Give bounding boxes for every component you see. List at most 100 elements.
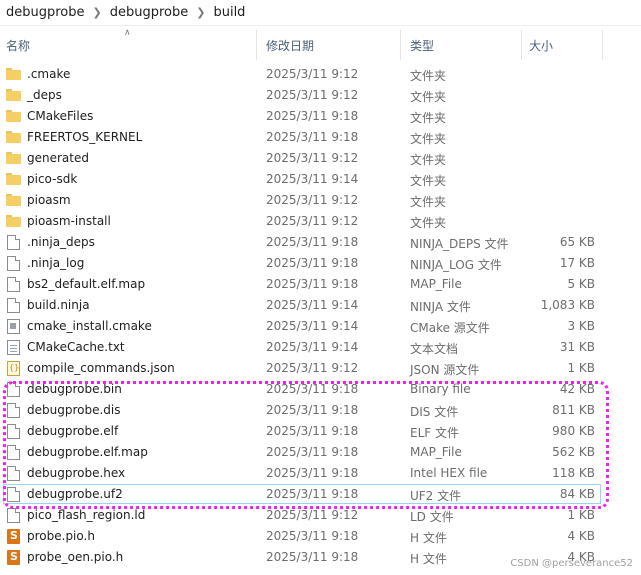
file-size: 17 KB xyxy=(559,256,595,270)
folder-icon xyxy=(6,68,21,80)
file-type: Binary file xyxy=(410,382,471,396)
header-file-icon xyxy=(7,550,20,565)
file-modified-date: 2025/3/11 9:18 xyxy=(266,277,359,291)
column-header-name[interactable]: 名称 xyxy=(0,30,257,60)
file-type: NINJA_LOG 文件 xyxy=(410,258,502,272)
file-name: .ninja_log xyxy=(27,256,85,270)
file-name: FREERTOS_KERNEL xyxy=(27,130,143,144)
folder-icon xyxy=(6,152,21,164)
file-row[interactable]: debugprobe.hex 2025/3/11 9:18 Intel HEX fi… xyxy=(0,463,641,484)
file-name: compile_commands.json xyxy=(27,361,175,375)
folder-icon xyxy=(6,194,21,206)
file-size: 562 KB xyxy=(552,445,595,459)
folder-icon xyxy=(6,131,21,143)
file-type: 文件夹 xyxy=(410,90,447,104)
file-name: bs2_default.elf.map xyxy=(27,277,146,291)
file-row[interactable]: CMakeCache.txt 2025/3/11 9:14 文本文档 31 KB xyxy=(0,337,641,358)
file-icon xyxy=(7,445,20,460)
file-row[interactable]: pico-sdk 2025/3/11 9:14 文件夹 xyxy=(0,169,641,190)
file-name: CMakeCache.txt xyxy=(27,340,125,354)
file-modified-date: 2025/3/11 9:12 xyxy=(266,214,359,228)
file-name: debugprobe.elf.map xyxy=(27,445,148,459)
file-type: DIS 文件 xyxy=(410,405,459,419)
file-icon xyxy=(7,424,20,439)
file-size: 5 KB xyxy=(567,277,595,291)
file-type: Intel HEX file xyxy=(410,466,488,480)
file-modified-date: 2025/3/11 9:18 xyxy=(266,529,359,543)
file-name: cmake_install.cmake xyxy=(27,319,152,333)
file-row[interactable]: compile_commands.json 2025/3/11 9:12 JSON … xyxy=(0,358,641,379)
file-modified-date: 2025/3/11 9:12 xyxy=(266,67,359,81)
file-name: generated xyxy=(27,151,89,165)
file-row[interactable]: pioasm 2025/3/11 9:12 文件夹 xyxy=(0,190,641,211)
file-type: MAP_File xyxy=(410,445,462,459)
header-file-icon xyxy=(7,529,20,544)
file-row[interactable]: generated 2025/3/11 9:12 文件夹 xyxy=(0,148,641,169)
file-icon xyxy=(7,487,20,502)
file-size: 4 KB xyxy=(567,529,595,543)
file-modified-date: 2025/3/11 9:18 xyxy=(266,550,359,564)
file-type: 文件夹 xyxy=(410,195,447,209)
file-size: 811 KB xyxy=(552,403,595,417)
file-row[interactable]: FREERTOS_KERNEL 2025/3/11 9:18 文件夹 xyxy=(0,127,641,148)
file-icon xyxy=(7,256,20,271)
file-type: H 文件 xyxy=(410,552,447,566)
file-row[interactable]: debugprobe.elf.map 2025/3/11 9:18 MAP_File… xyxy=(0,442,641,463)
file-row[interactable]: .ninja_log 2025/3/11 9:18 NINJA_LOG 文件 17 K… xyxy=(0,253,641,274)
file-row[interactable]: build.ninja 2025/3/11 9:14 NINJA 文件 1,083 K… xyxy=(0,295,641,316)
file-name: .cmake xyxy=(27,67,71,81)
file-name: probe.pio.h xyxy=(27,529,95,543)
column-header-date[interactable]: 修改日期 xyxy=(258,30,401,60)
file-modified-date: 2025/3/11 9:18 xyxy=(266,256,359,270)
file-type: JSON 源文件 xyxy=(410,363,480,377)
breadcrumb-item[interactable]: debugprobe xyxy=(0,5,89,20)
file-type: NINJA 文件 xyxy=(410,300,471,314)
file-type: 文件夹 xyxy=(410,153,447,167)
breadcrumb-item[interactable]: debugprobe xyxy=(106,5,193,20)
file-name: .ninja_deps xyxy=(27,235,95,249)
file-name: pioasm xyxy=(27,193,71,207)
file-row[interactable]: debugprobe.elf 2025/3/11 9:18 ELF 文件 980 KB xyxy=(0,421,641,442)
file-row[interactable]: .cmake 2025/3/11 9:12 文件夹 xyxy=(0,64,641,85)
file-name: debugprobe.bin xyxy=(27,382,122,396)
breadcrumb-item[interactable]: build xyxy=(209,5,249,20)
chevron-right-icon: ❯ xyxy=(92,6,102,19)
file-modified-date: 2025/3/11 9:18 xyxy=(266,130,359,144)
file-row[interactable]: bs2_default.elf.map 2025/3/11 9:18 MAP_Fil… xyxy=(0,274,641,295)
file-type: 文本文档 xyxy=(410,342,459,356)
file-modified-date: 2025/3/11 9:12 xyxy=(266,151,359,165)
file-row[interactable]: probe.pio.h 2025/3/11 9:18 H 文件 4 KB xyxy=(0,526,641,547)
folder-icon xyxy=(6,173,21,185)
file-modified-date: 2025/3/11 9:12 xyxy=(266,508,359,522)
file-modified-date: 2025/3/11 9:14 xyxy=(266,319,359,333)
file-type: 文件夹 xyxy=(410,111,447,125)
file-name: CMakeFiles xyxy=(27,109,94,123)
file-row[interactable]: debugprobe.dis 2025/3/11 9:18 DIS 文件 811 KB xyxy=(0,400,641,421)
file-row[interactable]: debugprobe.uf2 2025/3/11 9:18 UF2 文件 84 KB xyxy=(0,484,641,505)
file-icon xyxy=(7,382,20,397)
watermark: CSDN @perseverance52 xyxy=(510,558,633,569)
file-size: 42 KB xyxy=(559,382,595,396)
file-type: ELF 文件 xyxy=(410,426,459,440)
file-row[interactable]: CMakeFiles 2025/3/11 9:18 文件夹 xyxy=(0,106,641,127)
file-type: 文件夹 xyxy=(410,69,447,83)
file-row[interactable]: .ninja_deps 2025/3/11 9:18 NINJA_DEPS 文件 65… xyxy=(0,232,641,253)
file-icon xyxy=(7,508,20,523)
file-modified-date: 2025/3/11 9:18 xyxy=(266,487,359,501)
file-row[interactable]: debugprobe.bin 2025/3/11 9:18 Binary file 4… xyxy=(0,379,641,400)
file-row[interactable]: pioasm-install 2025/3/11 9:12 文件夹 xyxy=(0,211,641,232)
breadcrumb: debugprobe ❯ debugprobe ❯ build xyxy=(0,0,641,26)
file-row[interactable]: pico_flash_region.ld 2025/3/11 9:12 LD 文件 1… xyxy=(0,505,641,526)
chevron-right-icon: ❯ xyxy=(196,6,206,19)
column-header-type[interactable]: 类型 xyxy=(402,30,522,60)
file-size: 1,083 KB xyxy=(540,298,595,312)
file-name: _deps xyxy=(27,88,62,102)
file-row[interactable]: cmake_install.cmake 2025/3/11 9:14 CMake 源… xyxy=(0,316,641,337)
file-type: UF2 文件 xyxy=(410,489,462,503)
file-modified-date: 2025/3/11 9:14 xyxy=(266,172,359,186)
file-size: 65 KB xyxy=(559,235,595,249)
file-icon xyxy=(7,403,20,418)
column-header-size[interactable]: 大小 xyxy=(523,30,603,60)
file-row[interactable]: _deps 2025/3/11 9:12 文件夹 xyxy=(0,85,641,106)
file-size: 118 KB xyxy=(552,466,595,480)
